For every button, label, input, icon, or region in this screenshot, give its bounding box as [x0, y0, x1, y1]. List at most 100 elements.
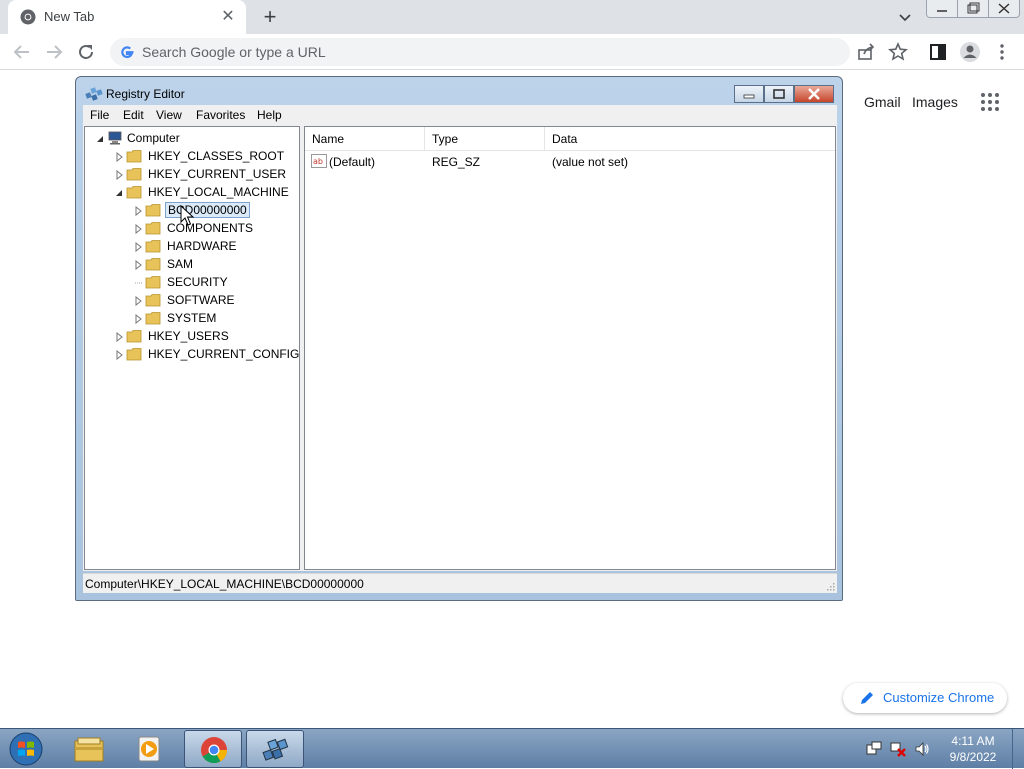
tree-node-hkey-local-machine[interactable]: HKEY_LOCAL_MACHINE: [114, 184, 299, 202]
tab-title: New Tab: [44, 9, 95, 24]
forward-arrow-icon[interactable]: [42, 40, 66, 64]
tree-node-components[interactable]: COMPONENTS: [133, 220, 299, 238]
close-window-button[interactable]: [988, 0, 1019, 17]
expand-arrow-icon[interactable]: [133, 314, 143, 324]
taskbar-file-explorer[interactable]: [60, 730, 118, 768]
expand-arrow-icon[interactable]: [114, 170, 124, 180]
tree-node-hkey-current-user[interactable]: HKEY_CURRENT_USER: [114, 166, 299, 184]
column-header-data[interactable]: Data: [545, 127, 835, 151]
network-disconnected-icon[interactable]: [890, 741, 906, 757]
taskbar-chrome[interactable]: [184, 730, 242, 768]
expand-arrow-icon[interactable]: [114, 152, 124, 162]
reload-icon[interactable]: [74, 40, 98, 64]
collapse-arrow-icon[interactable]: [95, 134, 105, 144]
regedit-menu-bar: File Edit View Favorites Help: [83, 105, 837, 125]
customize-chrome-button[interactable]: Customize Chrome: [843, 683, 1007, 713]
clock-time: 4:11 AM: [951, 734, 995, 748]
chrome-icon: [201, 737, 228, 764]
registry-tree[interactable]: Computer HKEY_CLASSES_ROOT HKEY_CURRENT_…: [84, 126, 300, 570]
tab-new-tab[interactable]: New Tab ✕: [8, 0, 246, 34]
action-center-icon[interactable]: [866, 741, 882, 757]
minimize-window-button[interactable]: [927, 0, 957, 17]
expand-arrow-icon[interactable]: [133, 260, 143, 270]
tree-label: Computer: [127, 131, 180, 145]
value-name: (Default): [329, 155, 376, 169]
tree-node-hkey-current-config[interactable]: HKEY_CURRENT_CONFIG: [114, 346, 299, 364]
folder-icon: [126, 150, 142, 163]
windows-start-button[interactable]: [6, 731, 46, 767]
regedit-minimize-button[interactable]: [734, 85, 764, 103]
address-bar-placeholder: Search Google or type a URL: [142, 44, 326, 60]
tree-label: BCD00000000: [165, 202, 250, 218]
tree-node-system[interactable]: SYSTEM: [133, 310, 299, 328]
menu-edit[interactable]: Edit: [123, 108, 144, 122]
show-desktop-button[interactable]: [1012, 729, 1024, 769]
taskbar-registry-editor[interactable]: [246, 730, 304, 768]
collapse-arrow-icon[interactable]: [114, 188, 124, 198]
regedit-maximize-button[interactable]: [764, 85, 794, 103]
expand-arrow-icon[interactable]: [133, 242, 143, 252]
value-row[interactable]: ab (Default) REG_SZ (value not set): [305, 153, 835, 171]
tree-node-hkey-users[interactable]: HKEY_USERS: [114, 328, 299, 346]
column-header-name[interactable]: Name: [305, 127, 425, 151]
images-link[interactable]: Images: [912, 94, 958, 110]
menu-view[interactable]: View: [156, 108, 182, 122]
tree-node-computer[interactable]: Computer: [95, 130, 245, 148]
tree-label: HKEY_CURRENT_USER: [148, 167, 287, 181]
menu-file[interactable]: File: [90, 108, 109, 122]
bookmark-star-icon[interactable]: [886, 40, 910, 64]
folder-icon: [145, 258, 161, 271]
expand-arrow-icon[interactable]: [133, 224, 143, 234]
tree-node-sam[interactable]: SAM: [133, 256, 299, 274]
regedit-content: Computer HKEY_CLASSES_ROOT HKEY_CURRENT_…: [83, 125, 837, 571]
profile-avatar-icon[interactable]: [958, 40, 982, 64]
computer-icon: [108, 131, 122, 145]
tree-label: SYSTEM: [167, 311, 217, 325]
status-bar: Computer\HKEY_LOCAL_MACHINE\BCD00000000: [83, 573, 837, 593]
close-tab-icon[interactable]: ✕: [218, 7, 238, 27]
google-apps-icon[interactable]: [980, 92, 1000, 112]
volume-icon[interactable]: [914, 741, 930, 757]
registry-editor-window: Registry Editor File Edit View Favorites…: [75, 76, 843, 601]
expand-arrow-icon[interactable]: [133, 206, 143, 216]
gmail-link[interactable]: Gmail: [864, 94, 901, 110]
tab-search-chevron-icon[interactable]: [895, 7, 915, 27]
restore-window-button[interactable]: [957, 0, 988, 17]
folder-icon: [126, 330, 142, 343]
chrome-icon: [20, 9, 36, 25]
taskbar-media-player[interactable]: [122, 730, 180, 768]
column-header-type[interactable]: Type: [425, 127, 545, 151]
tree-label: SOFTWARE: [167, 293, 235, 307]
tree-node-hardware[interactable]: HARDWARE: [133, 238, 299, 256]
tree-node-security[interactable]: SECURITY: [133, 274, 299, 292]
registry-values-list[interactable]: Name Type Data ab (Default) REG_SZ (valu…: [304, 126, 836, 570]
system-clock[interactable]: 4:11 AM 9/8/2022: [940, 733, 1006, 765]
menu-favorites[interactable]: Favorites: [196, 108, 245, 122]
expand-arrow-icon[interactable]: [114, 332, 124, 342]
expand-arrow-icon[interactable]: [114, 350, 124, 360]
value-data: (value not set): [552, 155, 629, 169]
back-arrow-icon[interactable]: [10, 40, 34, 64]
resize-grip-icon[interactable]: [825, 581, 835, 591]
regedit-close-button[interactable]: [794, 85, 834, 103]
minimize-icon: [937, 10, 947, 12]
expand-arrow-icon[interactable]: [133, 296, 143, 306]
share-icon[interactable]: [854, 40, 878, 64]
tree-label: COMPONENTS: [167, 221, 254, 235]
tree-label: SECURITY: [167, 275, 228, 289]
address-bar[interactable]: Search Google or type a URL: [110, 38, 850, 66]
more-menu-icon[interactable]: [990, 40, 1014, 64]
registry-editor-icon: [85, 87, 103, 101]
tree-label: HKEY_CLASSES_ROOT: [148, 149, 285, 163]
customize-chrome-label: Customize Chrome: [883, 690, 995, 705]
regedit-window-controls: [734, 85, 834, 103]
side-panel-icon[interactable]: [926, 40, 950, 64]
browser-toolbar: Search Google or type a URL: [0, 34, 1024, 70]
clock-date: 9/8/2022: [949, 750, 997, 764]
new-tab-button[interactable]: +: [258, 5, 282, 29]
tree-node-software[interactable]: SOFTWARE: [133, 292, 299, 310]
restore-icon: [967, 2, 980, 14]
tree-node-bcd00000000[interactable]: BCD00000000: [133, 202, 299, 220]
menu-help[interactable]: Help: [257, 108, 282, 122]
tree-node-hkey-classes-root[interactable]: HKEY_CLASSES_ROOT: [114, 148, 299, 166]
